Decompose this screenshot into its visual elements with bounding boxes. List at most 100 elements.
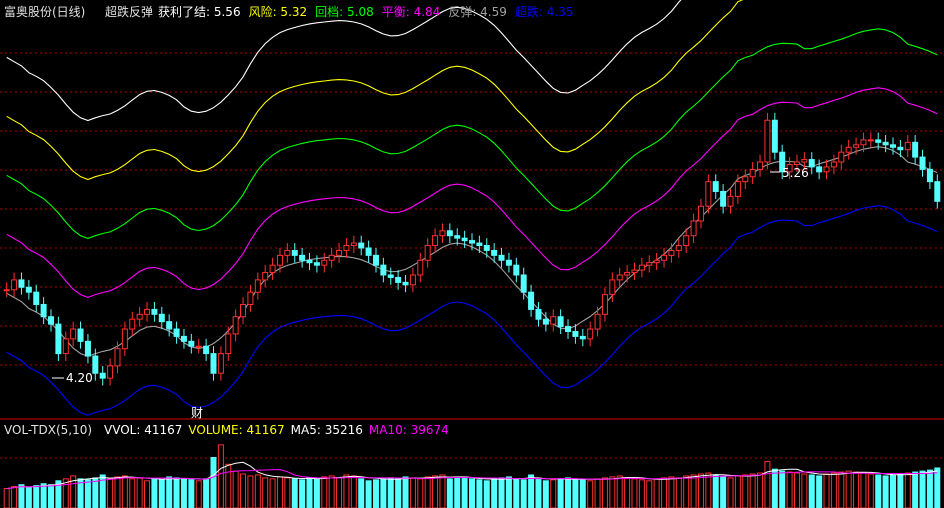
candle-body: [535, 308, 542, 320]
candle-body: [912, 141, 919, 158]
candlesticks: [3, 112, 941, 386]
volume-bar: [483, 480, 490, 508]
candle-body: [350, 242, 357, 247]
candle-body: [720, 190, 727, 207]
volume-bar: [638, 479, 645, 508]
volume-bar: [25, 487, 32, 508]
candle-body: [934, 181, 941, 202]
candle-body: [380, 264, 387, 276]
candle-body: [454, 235, 461, 239]
volume-bar: [668, 476, 675, 508]
volume-bar: [343, 474, 350, 508]
candle-body: [653, 259, 660, 264]
volume-bar: [129, 478, 136, 508]
volume-bar: [816, 475, 823, 508]
candle-body: [321, 259, 328, 266]
volume-bar: [469, 478, 475, 508]
candle-body: [336, 249, 343, 256]
volume-bar: [727, 477, 734, 508]
candle-body: [40, 303, 47, 318]
candle-body: [372, 254, 379, 266]
candle-body: [609, 279, 616, 296]
volume-legend-item: MA10: 39674: [369, 423, 449, 437]
candle-body: [129, 318, 136, 330]
candle-body: [99, 372, 106, 379]
volume-bar: [439, 474, 446, 508]
volume-bar: [114, 476, 121, 508]
volume-bars: [3, 444, 941, 508]
candle-body: [838, 151, 845, 163]
volume-bar: [749, 473, 756, 508]
volume-bar: [579, 479, 586, 508]
candle-body: [77, 328, 84, 342]
volume-bar: [786, 471, 793, 508]
candle-body: [919, 156, 926, 170]
volume-legend: VVOL: 41167 VOLUME: 41167 MA5: 35216 MA10: …: [104, 423, 449, 437]
volume-bar: [217, 444, 224, 508]
candle-body: [661, 254, 668, 261]
volume-bar: [33, 485, 40, 508]
volume-bar: [646, 480, 653, 508]
volume-bar: [875, 474, 882, 508]
candle-body: [188, 340, 195, 347]
volume-bar: [505, 476, 512, 508]
stock-chart: 富奥股份(日线) 超跌反弹 获利了结: 5.56 风险: 5.32 回档: 5.08…: [0, 0, 944, 508]
volume-bar: [269, 478, 276, 508]
candle-body: [646, 262, 653, 266]
indicator-legend: 获利了结: 5.56 风险: 5.32 回档: 5.08 平衡: 4.84 反弹: 4.…: [158, 4, 573, 19]
candle-body: [683, 235, 690, 247]
volume-bar: [557, 478, 564, 508]
candle-body: [491, 249, 498, 256]
candle-body: [528, 291, 535, 310]
volume-legend-item: VOLUME: 41167: [188, 423, 284, 437]
candle-body: [269, 264, 276, 274]
volume-bar: [454, 477, 461, 508]
volume-bar: [565, 477, 572, 508]
volume-bar: [461, 476, 468, 508]
candle-body: [505, 259, 512, 266]
volume-bar: [889, 474, 896, 508]
volume-bar: [328, 475, 335, 508]
candle-body: [180, 335, 187, 342]
candle-body: [395, 276, 402, 283]
volume-bar: [424, 476, 431, 508]
volume-bar: [624, 477, 631, 508]
candle-body: [55, 323, 62, 355]
candle-body: [498, 254, 505, 261]
candle-body: [365, 247, 372, 256]
candle-body: [48, 316, 55, 325]
candle-body: [631, 269, 638, 274]
volume-bar: [446, 478, 453, 508]
candle-body: [853, 144, 860, 148]
candle-body: [232, 316, 239, 335]
volume-bar: [734, 475, 741, 508]
candle-body: [749, 168, 756, 178]
volume-bar: [904, 472, 911, 508]
candle-body: [203, 345, 210, 355]
volume-bar: [897, 473, 904, 508]
volume-bar: [195, 480, 202, 508]
candle-body: [897, 146, 904, 151]
candle-body: [343, 245, 350, 251]
volume-bar: [232, 470, 239, 508]
candle-body: [217, 353, 224, 374]
candle-body: [121, 328, 128, 350]
volume-bar: [151, 478, 158, 508]
volume-bar: [712, 474, 719, 508]
candle-body: [882, 141, 889, 146]
volume-bar: [587, 480, 594, 508]
volume-bar: [867, 473, 874, 508]
volume-bar: [262, 477, 269, 508]
volume-bar: [838, 471, 845, 508]
volume-bar: [158, 479, 165, 508]
candle-body: [358, 242, 365, 249]
volume-bar: [11, 486, 18, 508]
volume-bar: [771, 468, 778, 508]
candle-body: [469, 240, 475, 244]
volume-bar: [830, 472, 837, 508]
volume-bar: [919, 470, 926, 508]
volume-bar: [690, 474, 697, 508]
volume-title: VOL-TDX(5,10): [4, 423, 92, 437]
volume-bar: [801, 473, 808, 508]
candle-body: [166, 321, 173, 330]
